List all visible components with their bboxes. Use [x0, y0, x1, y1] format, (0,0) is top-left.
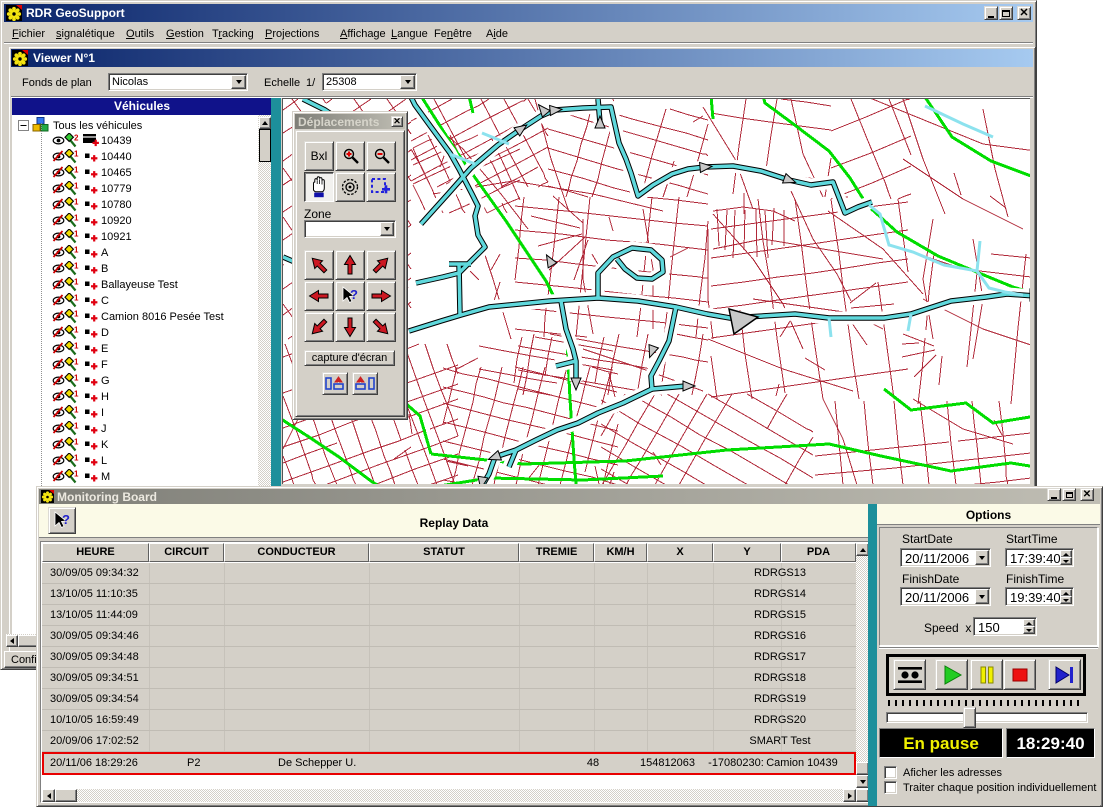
svg-text:1: 1: [74, 278, 79, 287]
svg-text:1: 1: [74, 150, 79, 159]
svg-text:1: 1: [74, 406, 79, 415]
svg-text:?: ?: [62, 512, 70, 527]
svg-text:1: 1: [74, 246, 79, 255]
svg-text:1: 1: [74, 326, 79, 335]
svg-text:1: 1: [74, 390, 79, 399]
svg-text:1: 1: [74, 166, 79, 175]
svg-text:1: 1: [74, 470, 79, 479]
svg-text:1: 1: [74, 294, 79, 303]
svg-text:1: 1: [74, 438, 79, 447]
svg-text:1: 1: [74, 454, 79, 463]
svg-text:1: 1: [74, 198, 79, 207]
svg-text:1: 1: [74, 214, 79, 223]
svg-text:1: 1: [74, 342, 79, 351]
svg-text:1: 1: [74, 182, 79, 191]
svg-text:?: ?: [350, 287, 358, 302]
svg-text:2: 2: [74, 134, 79, 143]
svg-text:1: 1: [74, 230, 79, 239]
svg-text:1: 1: [74, 262, 79, 271]
svg-text:1: 1: [74, 422, 79, 431]
svg-text:1: 1: [74, 310, 79, 319]
svg-text:1: 1: [74, 358, 79, 367]
svg-text:1: 1: [74, 374, 79, 383]
